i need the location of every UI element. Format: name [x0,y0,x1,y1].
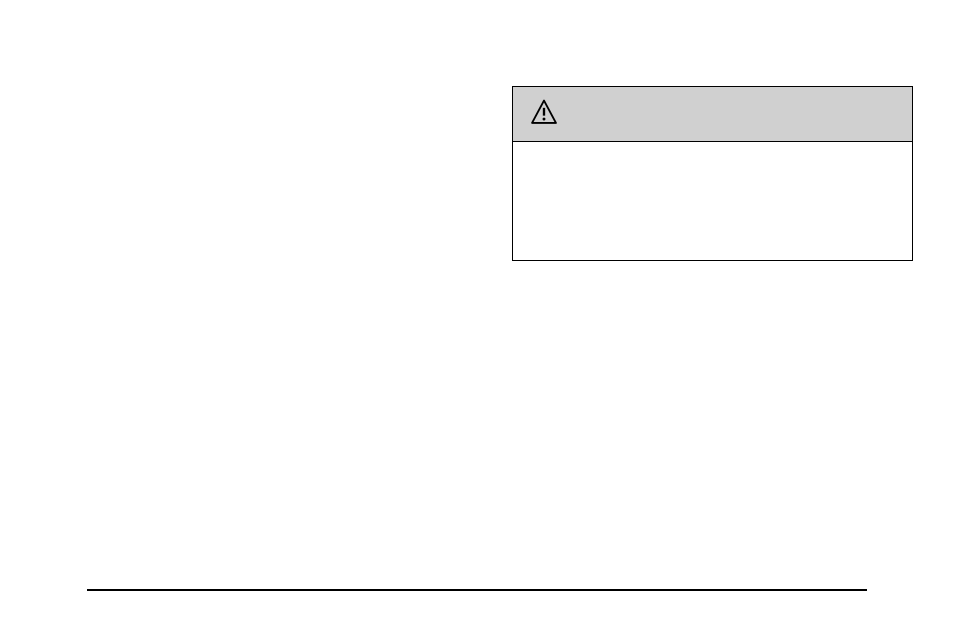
caution-box-header [513,87,912,142]
caution-box-body [513,142,912,260]
caution-box [512,86,913,261]
warning-triangle-icon [531,99,557,130]
footer-divider [87,589,867,591]
document-page [0,0,954,636]
